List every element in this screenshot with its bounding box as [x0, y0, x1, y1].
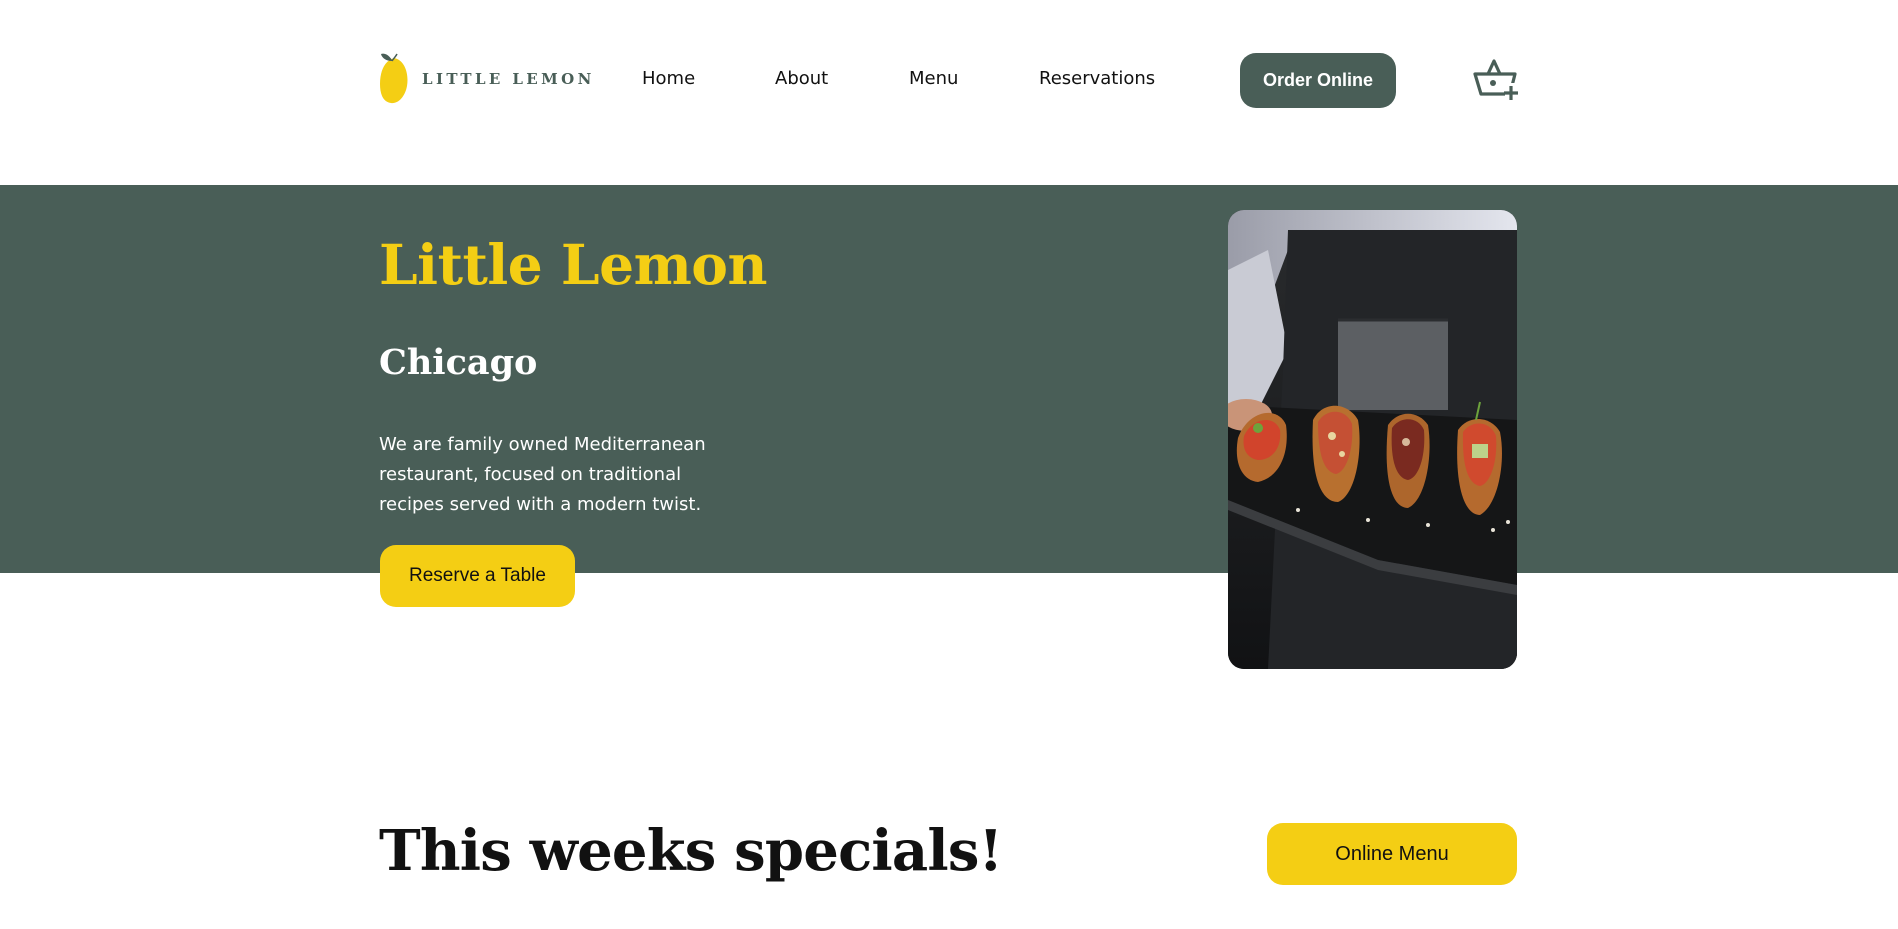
hero-section: [0, 185, 1898, 573]
specials-title: This weeks specials!: [379, 818, 1003, 884]
order-online-button[interactable]: Order Online: [1240, 53, 1396, 108]
logo-link[interactable]: LITTLE LEMON: [378, 52, 595, 106]
lemon-logo-icon: [378, 52, 410, 106]
site-header: LITTLE LEMON Home About Menu Reservation…: [0, 0, 1898, 185]
nav-menu[interactable]: Menu: [909, 68, 958, 89]
hero-description: We are family owned Mediterranean restau…: [379, 434, 706, 515]
logo-text: LITTLE LEMON: [422, 70, 595, 88]
online-menu-button[interactable]: Online Menu: [1267, 823, 1517, 885]
hero-title: Little Lemon: [379, 232, 767, 297]
hero-subtitle: Chicago: [379, 342, 538, 383]
nav-about[interactable]: About: [775, 68, 828, 89]
reserve-table-button[interactable]: Reserve a Table: [380, 545, 575, 607]
nav-reservations[interactable]: Reservations: [1039, 68, 1155, 89]
nav-home[interactable]: Home: [642, 68, 695, 89]
basket-add-icon[interactable]: [1472, 56, 1518, 102]
hero-food-image: [1228, 210, 1517, 669]
page: LITTLE LEMON Home About Menu Reservation…: [0, 0, 1898, 929]
